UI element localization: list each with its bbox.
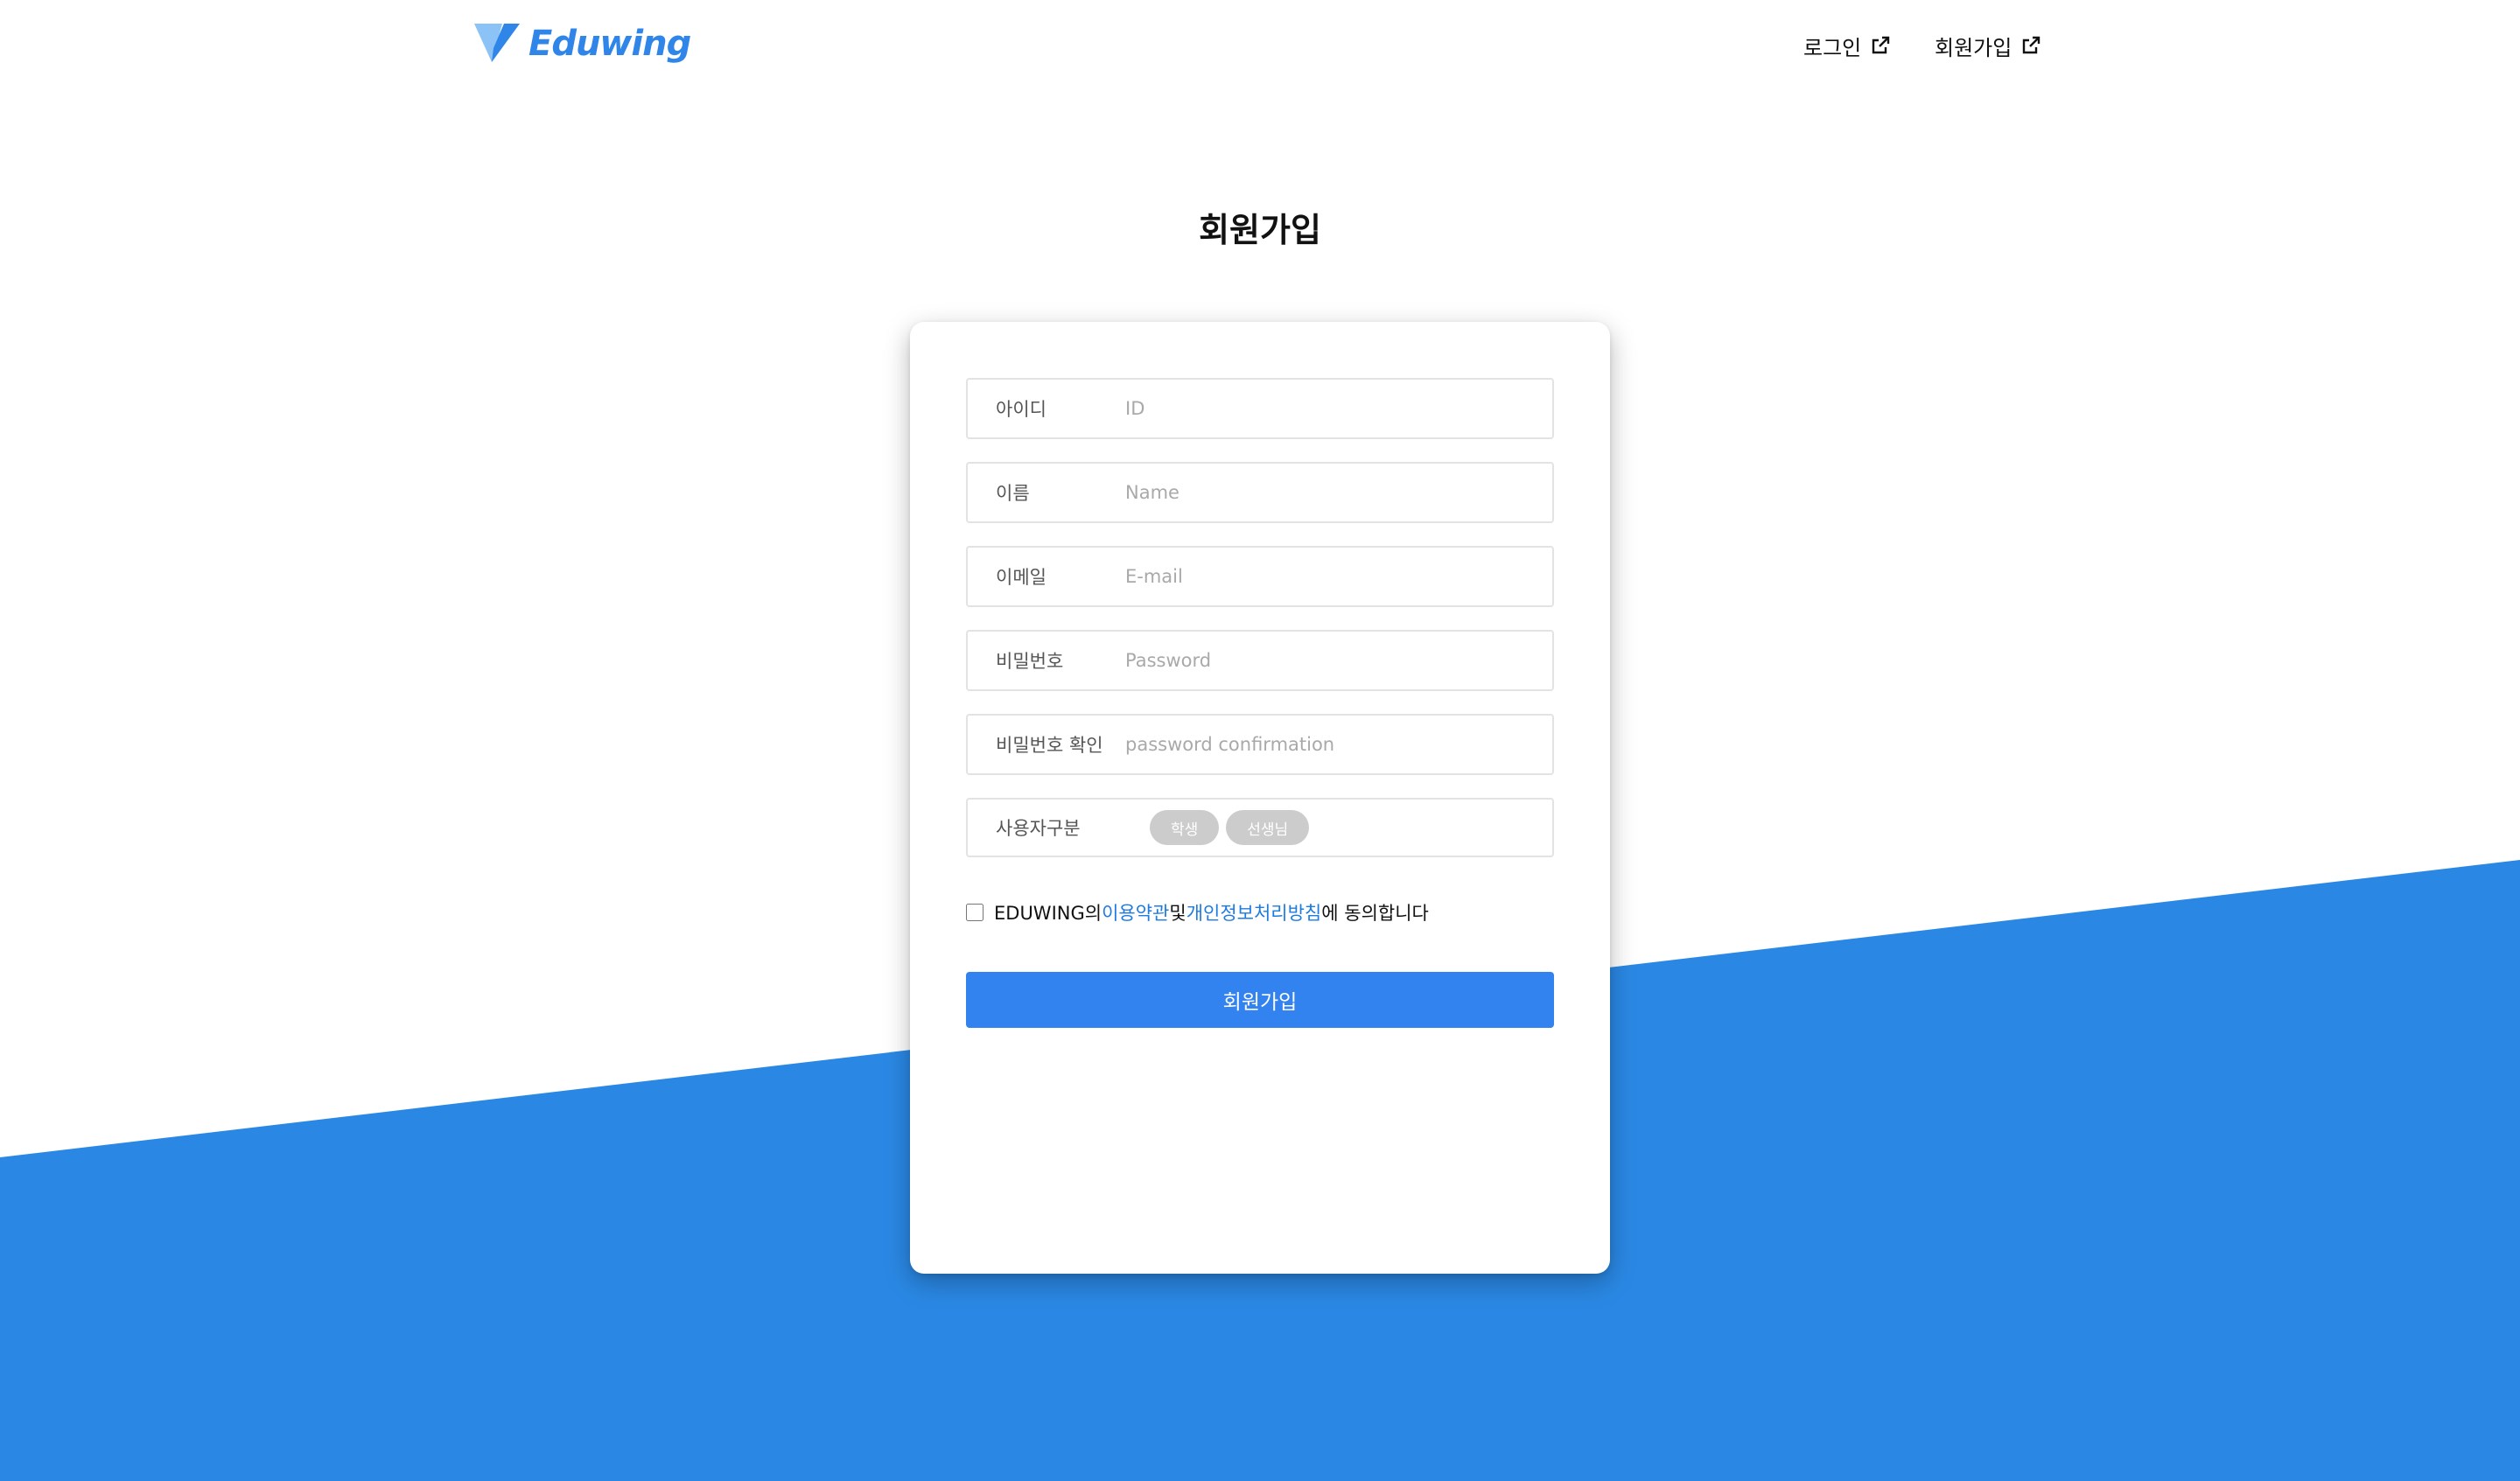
agreement-middle: 및 — [1169, 903, 1186, 924]
name-label: 이름 — [996, 483, 1030, 504]
password-input[interactable] — [1125, 633, 1552, 688]
password-confirm-input[interactable] — [1125, 717, 1552, 772]
external-link-icon — [1872, 36, 1890, 54]
email-input[interactable] — [1125, 549, 1552, 604]
user-type-student-chip[interactable]: 학생 — [1150, 810, 1220, 845]
nav-signup-label: 회원가입 — [1935, 35, 2012, 60]
agreement-prefix: EDUWING의 — [994, 903, 1102, 924]
user-type-teacher-chip[interactable]: 선생님 — [1226, 810, 1310, 845]
password-confirm-label: 비밀번호 확인 — [996, 735, 1103, 756]
signup-card: 아이디 이름 이메일 비밀번호 비밀번호 확인 사용자구분 학생 선생님 — [910, 322, 1610, 1274]
terms-link[interactable]: 이용약관 — [1102, 899, 1169, 926]
user-type-label: 사용자구분 — [996, 818, 1081, 839]
name-input[interactable] — [1125, 465, 1552, 520]
eduwing-logo[interactable]: Eduwing — [474, 21, 691, 66]
user-type-options: 학생 선생님 — [1125, 810, 1316, 845]
nav-login-label: 로그인 — [1803, 35, 1862, 60]
site-header: Eduwing 로그인 회원가입 — [0, 0, 2520, 87]
logo-text: Eduwing — [528, 24, 691, 64]
agreement-suffix: 에 동의합니다 — [1321, 903, 1429, 924]
id-field: 아이디 — [966, 378, 1554, 439]
nav-signup-link[interactable]: 회원가입 — [1935, 30, 2041, 61]
id-input[interactable] — [1125, 381, 1552, 436]
external-link-icon — [2023, 36, 2040, 54]
signup-submit-button[interactable]: 회원가입 — [966, 972, 1554, 1028]
privacy-policy-link[interactable]: 개인정보처리방침 — [1186, 899, 1322, 926]
terms-checkbox[interactable] — [966, 904, 984, 921]
name-field: 이름 — [966, 462, 1554, 523]
password-field: 비밀번호 — [966, 630, 1554, 691]
nav-login-link[interactable]: 로그인 — [1803, 30, 1891, 61]
signup-page: Eduwing 로그인 회원가입 회원가입 아이디 이 — [0, 0, 2520, 1481]
user-type-field: 사용자구분 학생 선생님 — [966, 798, 1554, 857]
page-title: 회원가입 — [1199, 211, 1321, 249]
logo-v-icon — [474, 24, 520, 62]
email-label: 이메일 — [996, 567, 1046, 588]
password-label: 비밀번호 — [996, 651, 1064, 672]
email-field: 이메일 — [966, 546, 1554, 607]
password-confirm-field: 비밀번호 확인 — [966, 714, 1554, 775]
terms-agreement: EDUWING의 이용약관 및 개인정보처리방침 에 동의합니다 — [966, 899, 1429, 926]
id-label: 아이디 — [996, 399, 1046, 420]
